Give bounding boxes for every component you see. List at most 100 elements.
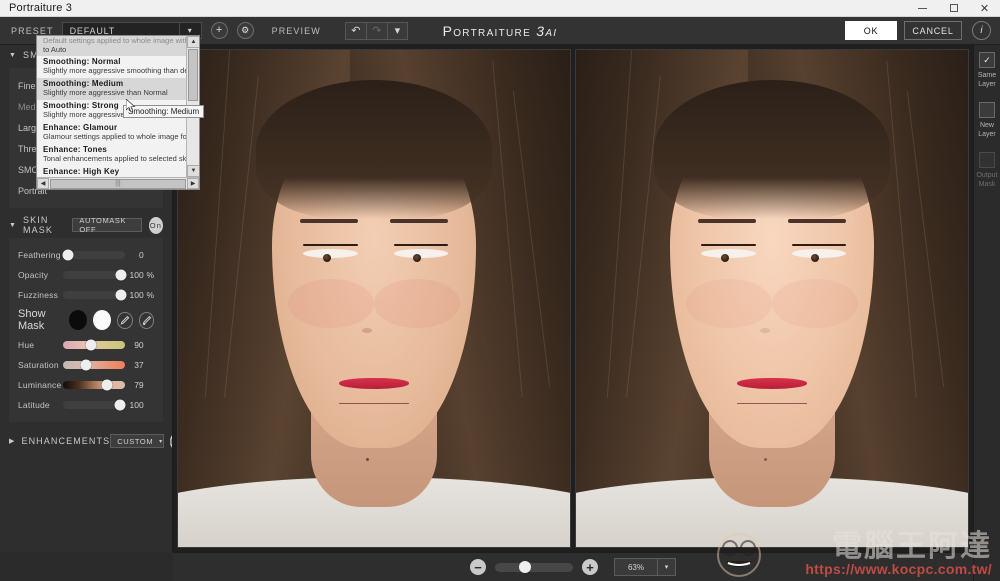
slider-row-luminance: Luminance 79 — [9, 375, 163, 395]
slider-knob[interactable] — [116, 270, 127, 281]
zoom-level-value[interactable]: 63% — [614, 558, 658, 576]
saturation-value: 37 — [125, 360, 144, 370]
retouched-image-pane[interactable] — [575, 49, 969, 548]
slider-knob[interactable] — [115, 400, 126, 411]
dropdown-item-title: Enhance: Glamour — [43, 123, 180, 132]
slider-row-hue: Hue 90 — [9, 335, 163, 355]
slider-knob[interactable] — [86, 340, 97, 351]
luminance-slider[interactable] — [63, 381, 125, 389]
new-layer-checkbox[interactable] — [979, 102, 995, 118]
dropdown-horizontal-scrollbar[interactable]: ◀ ||| ▶ — [37, 177, 199, 189]
feathering-value: 0 — [125, 250, 144, 260]
output-mask-checkbox[interactable] — [979, 152, 995, 168]
zoom-slider-knob[interactable] — [519, 561, 531, 573]
fuzziness-label: Fuzziness — [18, 290, 63, 300]
chevron-down-icon: ▼ — [9, 222, 17, 229]
saturation-slider[interactable] — [63, 361, 125, 369]
vertical-scroll-thumb[interactable] — [188, 49, 198, 101]
opacity-slider[interactable] — [63, 271, 125, 279]
cancel-button[interactable]: CANCEL — [904, 21, 962, 40]
maximize-button[interactable] — [938, 0, 969, 17]
new-layer-label: New Layer — [978, 121, 996, 139]
eyedropper-subtract-icon[interactable] — [139, 312, 154, 329]
retouched-photo — [576, 50, 968, 547]
fuzziness-value: 100 — [125, 290, 144, 300]
add-preset-button[interactable]: + — [211, 22, 228, 39]
scroll-left-icon[interactable]: ◀ — [37, 178, 49, 189]
zoom-slider[interactable] — [495, 563, 573, 572]
enhancements-custom-select[interactable]: CUSTOM — [110, 434, 160, 448]
dropdown-item-desc: Glamour settings applied to whole image … — [43, 132, 180, 141]
scroll-up-icon[interactable]: ▲ — [187, 36, 200, 48]
latitude-slider[interactable] — [63, 401, 125, 409]
show-mask-row: Show Mask — [9, 305, 163, 335]
minimize-icon — [918, 8, 927, 9]
latitude-label: Latitude — [18, 400, 63, 410]
portraiture-app-window: Portraiture 3 ✕ PRESET DEFAULT ▾ + ⚙ PRE… — [0, 0, 1000, 581]
opacity-unit: % — [144, 270, 154, 280]
hue-value: 90 — [125, 340, 144, 350]
fringe — [654, 80, 889, 219]
close-button[interactable]: ✕ — [969, 0, 1000, 17]
undo-icon[interactable]: ↶ — [345, 22, 366, 40]
gear-icon[interactable]: ⚙ — [237, 22, 254, 39]
zoom-in-button[interactable]: + — [582, 559, 598, 575]
same-layer-option[interactable]: ✓ Same Layer — [978, 52, 996, 89]
history-dropdown-icon[interactable]: ▾ — [387, 22, 408, 40]
zoom-dropdown-icon[interactable]: ▾ — [658, 558, 676, 576]
enhancements-section-header[interactable]: ▶ ENHANCEMENTS CUSTOM ▾ On — [0, 431, 172, 451]
dropdown-item-title: Smoothing: Medium — [43, 79, 180, 88]
dropdown-item-smoothing-normal[interactable]: Smoothing: Normal Slightly more aggressi… — [37, 56, 186, 78]
output-mask-label: Output Mask — [976, 171, 997, 189]
dropdown-item-partial[interactable]: Default settings applied to whole image … — [37, 36, 186, 56]
dropdown-item-enhance-high-key[interactable]: Enhance: High Key Enhancements to achiev… — [37, 166, 186, 177]
window-titlebar: Portraiture 3 ✕ — [0, 0, 1000, 17]
automask-button[interactable]: AUTOMASK OFF — [72, 218, 141, 232]
fuzziness-slider[interactable] — [63, 291, 125, 299]
chevron-down-icon: ▼ — [9, 52, 17, 59]
info-icon[interactable]: i — [972, 21, 991, 40]
slider-knob[interactable] — [81, 360, 92, 371]
new-layer-label-line1: New — [980, 122, 994, 129]
slider-row-opacity: Opacity 100 % — [9, 265, 163, 285]
skin-mask-header-label: SKIN MASK — [23, 215, 72, 235]
luminance-value: 79 — [125, 380, 144, 390]
same-layer-checkbox[interactable]: ✓ — [979, 52, 995, 68]
black-swatch[interactable] — [69, 310, 87, 330]
ok-button[interactable]: OK — [845, 21, 897, 40]
dropdown-item-title: Smoothing: Normal — [43, 57, 180, 66]
skin-mask-section-header[interactable]: ▼ SKIN MASK AUTOMASK OFF On — [0, 215, 172, 235]
output-mask-option[interactable]: Output Mask — [976, 152, 997, 189]
scroll-right-icon[interactable]: ▶ — [187, 178, 199, 189]
slider-row-saturation: Saturation 37 — [9, 355, 163, 375]
dropdown-item-smoothing-medium[interactable]: Smoothing: Medium Slightly more aggressi… — [37, 78, 186, 100]
redo-icon[interactable]: ↷ — [366, 22, 387, 40]
hue-slider[interactable] — [63, 341, 125, 349]
dropdown-item-desc: Tonal enhancements applied to selected s… — [43, 154, 180, 163]
white-swatch[interactable] — [93, 310, 111, 330]
history-buttons: ↶ ↷ ▾ — [345, 22, 408, 40]
feathering-slider[interactable] — [63, 251, 125, 259]
new-layer-option[interactable]: New Layer — [978, 102, 996, 139]
dropdown-item-enhance-tones[interactable]: Enhance: Tones Tonal enhancements applie… — [37, 144, 186, 166]
app-title-main: Portraiture — [443, 23, 537, 39]
skin-mask-body: Feathering 0 Opacity 100 % Fuzziness 100… — [9, 238, 163, 422]
opacity-label: Opacity — [18, 270, 63, 280]
zoom-out-button[interactable]: − — [470, 559, 486, 575]
window-title: Portraiture 3 — [0, 2, 72, 14]
dropdown-item-title: Enhance: Tones — [43, 145, 180, 154]
original-image-pane[interactable] — [177, 49, 571, 548]
skin-mask-on-toggle[interactable]: On — [149, 217, 163, 234]
eyedropper-add-icon[interactable] — [117, 312, 132, 329]
dropdown-item-enhance-glamour[interactable]: Enhance: Glamour Glamour settings applie… — [37, 122, 186, 144]
slider-knob[interactable] — [62, 250, 73, 261]
scroll-down-icon[interactable]: ▼ — [187, 165, 200, 177]
dropdown-item-desc: Slightly more aggressive smoothing than … — [43, 66, 180, 75]
slider-knob[interactable] — [102, 380, 113, 391]
chevron-down-icon[interactable]: ▾ — [159, 434, 164, 448]
feathering-label: Feathering — [18, 250, 63, 260]
same-layer-label-line1: Same — [978, 72, 996, 79]
horizontal-scroll-thumb[interactable]: ||| — [50, 179, 186, 189]
slider-knob[interactable] — [116, 290, 127, 301]
minimize-button[interactable] — [907, 0, 938, 17]
